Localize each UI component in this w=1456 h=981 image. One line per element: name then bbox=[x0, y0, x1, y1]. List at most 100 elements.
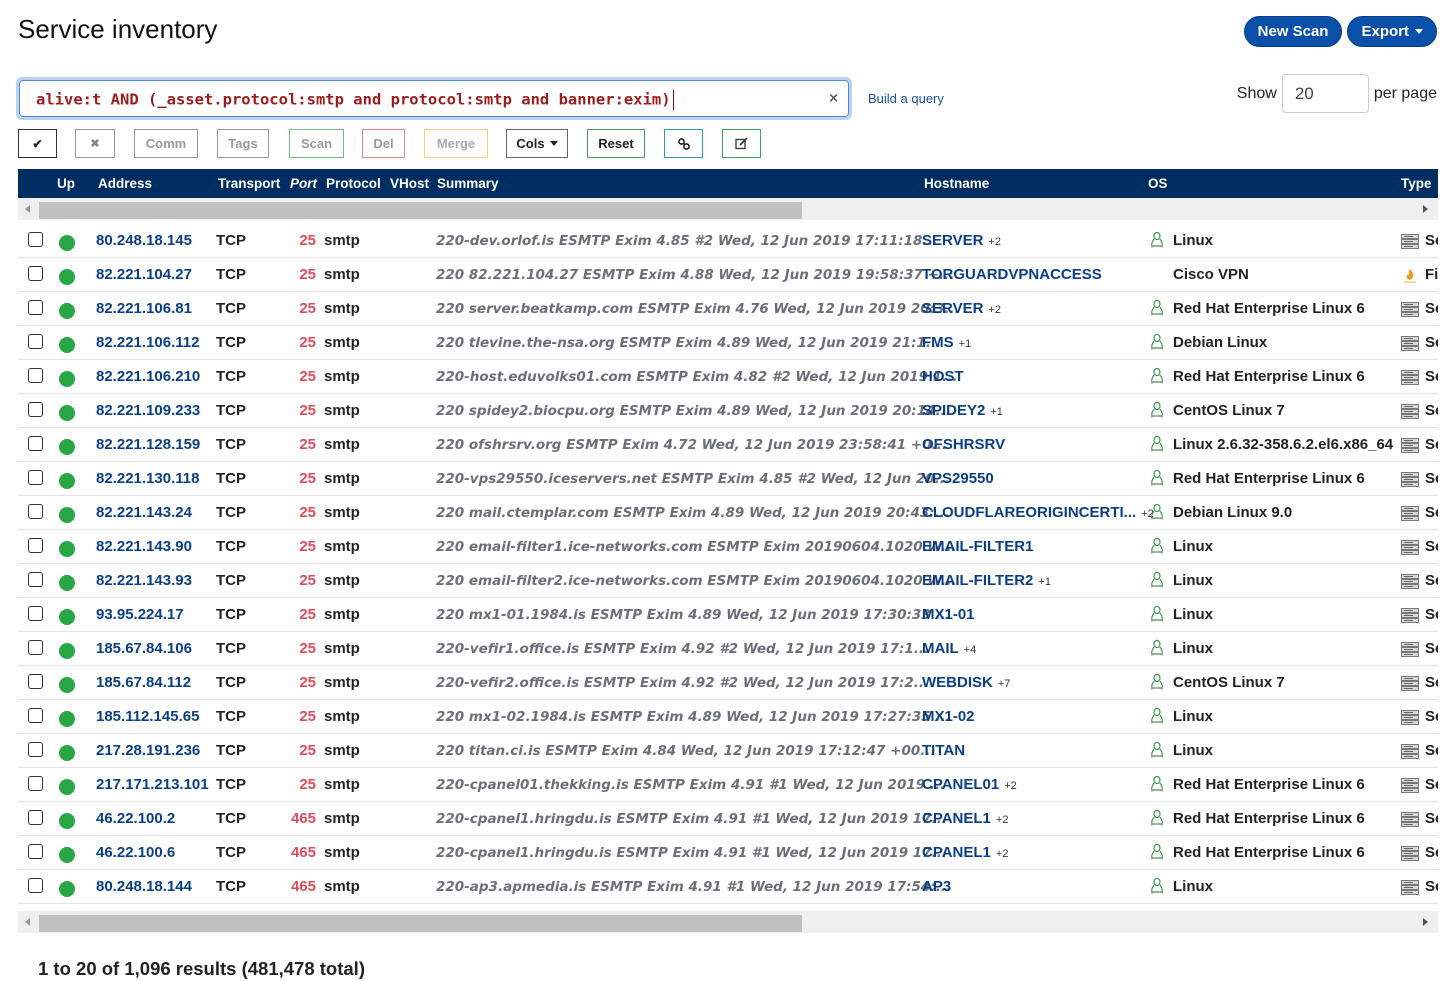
comm-button[interactable]: Comm bbox=[134, 129, 198, 158]
hostname-link[interactable]: SERVER +2 bbox=[922, 232, 1001, 249]
address-link[interactable]: 82.221.130.118 bbox=[96, 470, 199, 487]
row-checkbox[interactable] bbox=[28, 776, 43, 791]
cols-button[interactable]: Cols bbox=[506, 129, 568, 158]
col-vhost[interactable]: VHost bbox=[390, 176, 429, 191]
col-port[interactable]: Port bbox=[290, 176, 317, 191]
deselect-button[interactable]: ✖ bbox=[75, 129, 115, 158]
table-row[interactable]: 82.221.106.112 TCP 25 smtp 220 tlevine.t… bbox=[18, 326, 1438, 360]
per-page-input[interactable]: 20 bbox=[1281, 74, 1369, 113]
scan-button[interactable]: Scan bbox=[289, 129, 344, 158]
hostname-link[interactable]: EMAIL-FILTER2 +1 bbox=[922, 572, 1051, 589]
address-link[interactable]: 82.221.106.112 bbox=[96, 334, 199, 351]
table-row[interactable]: 217.171.213.101 TCP 25 smtp 220-cpanel01… bbox=[18, 768, 1438, 802]
row-checkbox[interactable] bbox=[28, 742, 43, 757]
table-row[interactable]: 82.221.143.93 TCP 25 smtp 220 email-filt… bbox=[18, 564, 1438, 598]
col-up[interactable]: Up bbox=[57, 176, 75, 191]
address-link[interactable]: 93.95.224.17 bbox=[96, 606, 184, 623]
address-link[interactable]: 82.221.106.81 bbox=[96, 300, 192, 317]
hostname-link[interactable]: MAIL +4 bbox=[922, 640, 976, 657]
clear-query-icon[interactable]: × bbox=[828, 91, 839, 106]
scroll-left-icon[interactable] bbox=[25, 205, 30, 213]
address-link[interactable]: 82.221.143.90 bbox=[96, 538, 192, 555]
table-row[interactable]: 82.221.109.233 TCP 25 smtp 220 spidey2.b… bbox=[18, 394, 1438, 428]
hostname-link[interactable]: SERVER +2 bbox=[922, 300, 1001, 317]
table-row[interactable]: 185.112.145.65 TCP 25 smtp 220 mx1-02.19… bbox=[18, 700, 1438, 734]
hostname-link[interactable]: CPANEL1 +2 bbox=[922, 844, 1008, 861]
address-link[interactable]: 82.221.143.93 bbox=[96, 572, 192, 589]
row-checkbox[interactable] bbox=[28, 232, 43, 247]
export-button[interactable]: Export bbox=[1347, 16, 1437, 47]
row-checkbox[interactable] bbox=[28, 300, 43, 315]
row-checkbox[interactable] bbox=[28, 436, 43, 451]
address-link[interactable]: 82.221.128.159 bbox=[96, 436, 200, 453]
row-checkbox[interactable] bbox=[28, 572, 43, 587]
hostname-link[interactable]: CPANEL01 +2 bbox=[922, 776, 1017, 793]
scrollbar-thumb[interactable] bbox=[39, 915, 802, 932]
address-link[interactable]: 80.248.18.144 bbox=[96, 878, 192, 895]
select-all-button[interactable]: ✔ bbox=[18, 129, 57, 158]
table-row[interactable]: 93.95.224.17 TCP 25 smtp 220 mx1-01.1984… bbox=[18, 598, 1438, 632]
col-summary[interactable]: Summary bbox=[437, 176, 499, 191]
address-link[interactable]: 82.221.143.24 bbox=[96, 504, 192, 521]
hostname-link[interactable]: CPANEL1 +2 bbox=[922, 810, 1008, 827]
col-hostname[interactable]: Hostname bbox=[924, 176, 989, 191]
hostname-link[interactable]: TORGUARDVPNACCESS bbox=[922, 266, 1107, 283]
row-checkbox[interactable] bbox=[28, 606, 43, 621]
row-checkbox[interactable] bbox=[28, 470, 43, 485]
table-row[interactable]: 82.221.130.118 TCP 25 smtp 220-vps29550.… bbox=[18, 462, 1438, 496]
table-row[interactable]: 46.22.100.6 TCP 465 smtp 220-cpanel1.hri… bbox=[18, 836, 1438, 870]
address-link[interactable]: 82.221.104.27 bbox=[96, 266, 192, 283]
row-checkbox[interactable] bbox=[28, 640, 43, 655]
del-button[interactable]: Del bbox=[362, 129, 405, 158]
hostname-link[interactable]: OFSHRSRV bbox=[922, 436, 1010, 453]
hostname-link[interactable]: TITAN bbox=[922, 742, 970, 759]
hostname-link[interactable]: CLOUDFLAREORIGINCERTI... +2 bbox=[922, 504, 1154, 521]
hostname-link[interactable]: MX1-02 bbox=[922, 708, 980, 725]
table-row[interactable]: 80.248.18.145 TCP 25 smtp 220-dev.orlof.… bbox=[18, 224, 1438, 258]
address-link[interactable]: 217.171.213.101 bbox=[96, 776, 209, 793]
table-row[interactable]: 46.22.100.2 TCP 465 smtp 220-cpanel1.hri… bbox=[18, 802, 1438, 836]
row-checkbox[interactable] bbox=[28, 368, 43, 383]
build-query-link[interactable]: Build a query bbox=[868, 91, 944, 106]
link-button[interactable] bbox=[664, 129, 703, 158]
hostname-link[interactable]: WEBDISK +7 bbox=[922, 674, 1010, 691]
hostname-link[interactable]: EMAIL-FILTER1 bbox=[922, 538, 1038, 555]
address-link[interactable]: 185.67.84.112 bbox=[96, 674, 191, 691]
scrollbar-thumb[interactable] bbox=[39, 202, 802, 219]
tags-button[interactable]: Tags bbox=[217, 129, 269, 158]
row-checkbox[interactable] bbox=[28, 708, 43, 723]
col-address[interactable]: Address bbox=[98, 176, 152, 191]
table-row[interactable]: 185.67.84.112 TCP 25 smtp 220-vefir2.off… bbox=[18, 666, 1438, 700]
scroll-right-icon[interactable] bbox=[1423, 918, 1428, 926]
col-os[interactable]: OS bbox=[1148, 176, 1168, 191]
address-link[interactable]: 217.28.191.236 bbox=[96, 742, 200, 759]
horizontal-scrollbar-bottom[interactable] bbox=[18, 911, 1438, 933]
row-checkbox[interactable] bbox=[28, 810, 43, 825]
table-row[interactable]: 82.221.128.159 TCP 25 smtp 220 ofshrsrv.… bbox=[18, 428, 1438, 462]
table-row[interactable]: 82.221.143.24 TCP 25 smtp 220 mail.ctemp… bbox=[18, 496, 1438, 530]
table-row[interactable]: 217.28.191.236 TCP 25 smtp 220 titan.ci.… bbox=[18, 734, 1438, 768]
row-checkbox[interactable] bbox=[28, 504, 43, 519]
address-link[interactable]: 82.221.106.210 bbox=[96, 368, 200, 385]
row-checkbox[interactable] bbox=[28, 844, 43, 859]
table-row[interactable]: 82.221.106.81 TCP 25 smtp 220 server.bea… bbox=[18, 292, 1438, 326]
address-link[interactable]: 185.112.145.65 bbox=[96, 708, 199, 725]
row-checkbox[interactable] bbox=[28, 266, 43, 281]
hostname-link[interactable]: MX1-01 bbox=[922, 606, 980, 623]
scroll-left-icon[interactable] bbox=[25, 918, 30, 926]
address-link[interactable]: 46.22.100.2 bbox=[96, 810, 175, 827]
hostname-link[interactable]: FMS +1 bbox=[922, 334, 971, 351]
hostname-link[interactable]: SPIDEY2 +1 bbox=[922, 402, 1003, 419]
hostname-link[interactable]: VPS29550 bbox=[922, 470, 999, 487]
reset-button[interactable]: Reset bbox=[587, 129, 645, 158]
row-checkbox[interactable] bbox=[28, 538, 43, 553]
row-checkbox[interactable] bbox=[28, 402, 43, 417]
col-type[interactable]: Type bbox=[1401, 176, 1432, 191]
hostname-link[interactable]: HOST bbox=[922, 368, 969, 385]
address-link[interactable]: 80.248.18.145 bbox=[96, 232, 192, 249]
address-link[interactable]: 46.22.100.6 bbox=[96, 844, 175, 861]
scroll-right-icon[interactable] bbox=[1423, 205, 1428, 213]
query-input[interactable]: alive:t AND (_asset.protocol:smtp and pr… bbox=[19, 80, 849, 117]
row-checkbox[interactable] bbox=[28, 674, 43, 689]
table-row[interactable]: 82.221.104.27 TCP 25 smtp 220 82.221.104… bbox=[18, 258, 1438, 292]
